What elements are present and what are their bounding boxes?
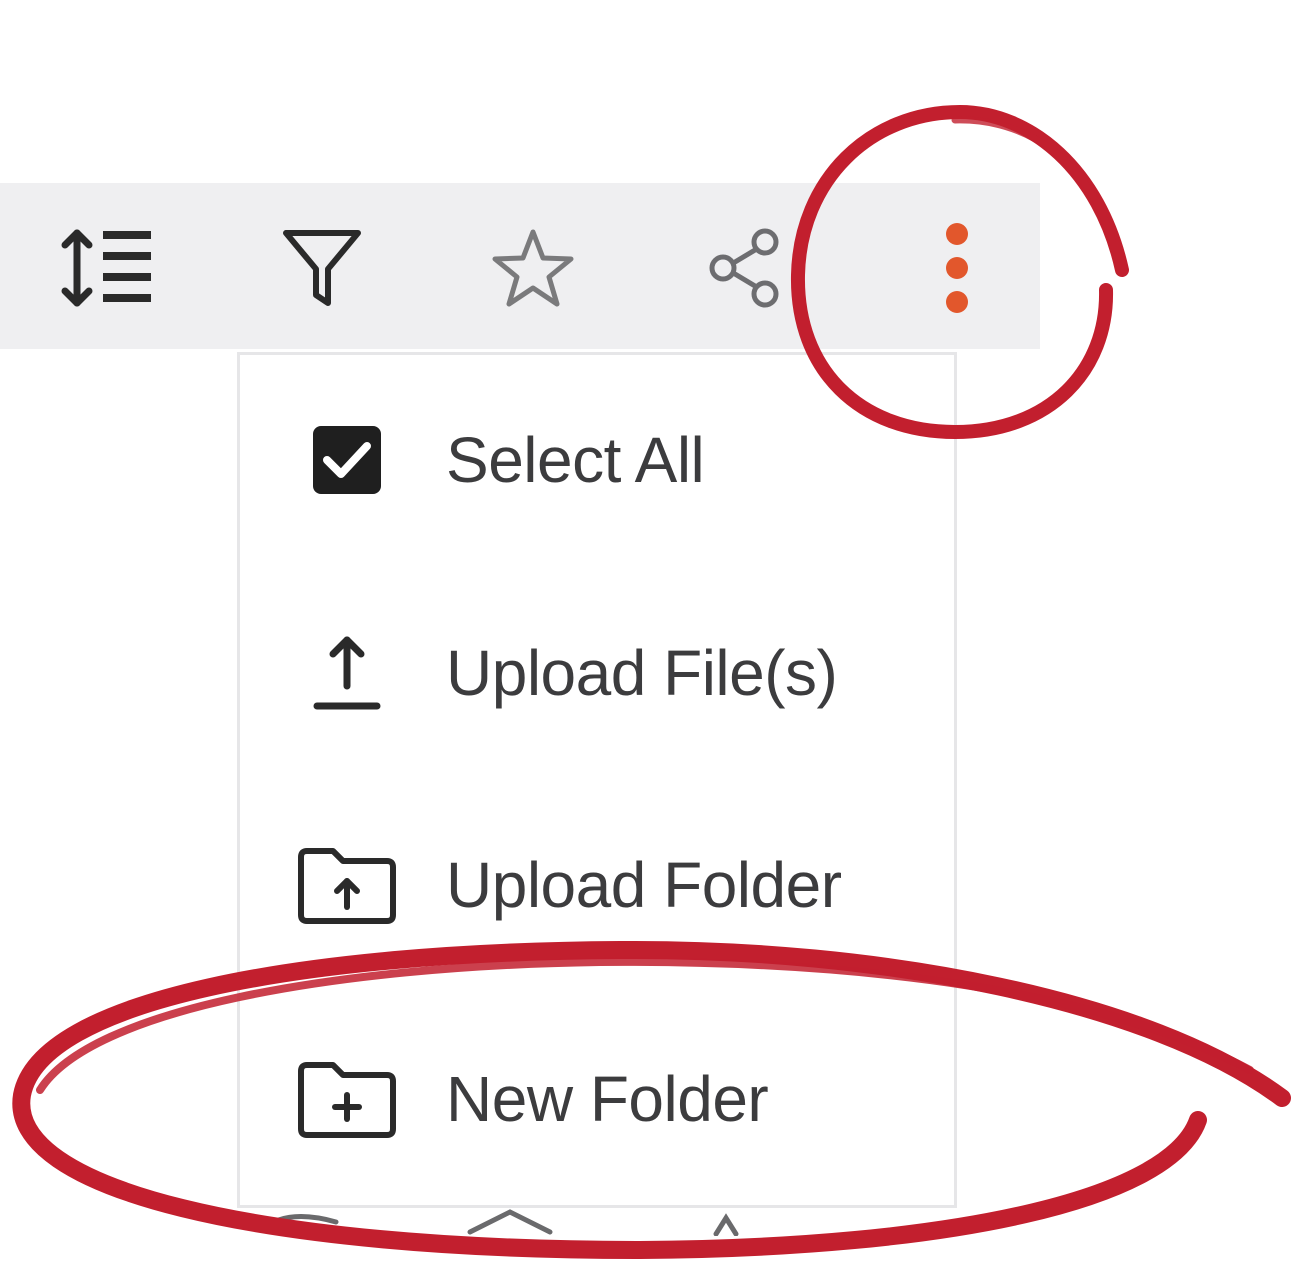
toolbar <box>0 183 1040 349</box>
menu-item-new-folder[interactable]: New Folder <box>240 1034 954 1164</box>
upload-arrow-icon <box>292 618 402 728</box>
folder-upload-icon <box>292 830 402 940</box>
more-vertical-dots-icon <box>946 223 968 313</box>
sort-lines-icon <box>61 229 151 307</box>
menu-item-upload-folder[interactable]: Upload Folder <box>240 820 954 950</box>
menu-item-label: Upload File(s) <box>446 637 838 709</box>
favorite-button[interactable] <box>478 213 588 323</box>
share-button[interactable] <box>690 213 800 323</box>
menu-item-upload-files[interactable]: Upload File(s) <box>240 608 954 738</box>
share-nodes-icon <box>709 228 779 308</box>
checkbox-checked-icon <box>292 405 402 515</box>
background-toolbar-peek <box>240 1206 760 1237</box>
menu-item-label: Upload Folder <box>446 849 842 921</box>
sort-button[interactable] <box>52 213 162 323</box>
more-options-menu: Select All Upload File(s) Upload Folder … <box>237 352 957 1208</box>
more-options-button[interactable] <box>902 213 1012 323</box>
filter-funnel-icon <box>283 230 361 306</box>
menu-item-label: Select All <box>446 424 705 496</box>
folder-plus-icon <box>292 1044 402 1154</box>
menu-item-select-all[interactable]: Select All <box>240 395 954 525</box>
menu-item-label: New Folder <box>446 1063 769 1135</box>
filter-button[interactable] <box>267 213 377 323</box>
star-outline-icon <box>492 229 574 307</box>
